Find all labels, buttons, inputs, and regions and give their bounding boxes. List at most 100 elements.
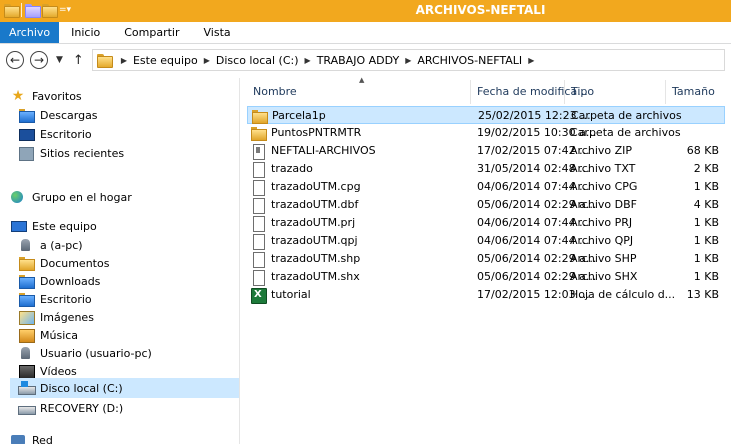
nav-usuario[interactable]: Usuario (usuario-pc) <box>18 343 152 363</box>
nav-descargas[interactable]: Descargas <box>18 105 98 125</box>
file-name: NEFTALI-ARCHIVOS <box>271 144 376 157</box>
chevron-right-icon[interactable]: ▶ <box>305 56 311 65</box>
nav-label: Música <box>40 328 79 342</box>
file-row[interactable]: NEFTALI-ARCHIVOS 17/02/2015 07:42 ... Ar… <box>247 142 725 160</box>
nav-escritorio-equipo[interactable]: Escritorio <box>18 289 92 309</box>
breadcrumb-disco-local[interactable]: Disco local (C:) <box>216 54 299 67</box>
nav-recovery-d[interactable]: RECOVERY (D:) <box>18 398 123 418</box>
nav-red[interactable]: Red <box>10 430 53 444</box>
back-button[interactable]: ← <box>6 51 24 69</box>
document-icon <box>251 252 265 268</box>
file-size: 1 KB <box>693 252 719 265</box>
nav-este-equipo[interactable]: Este equipo <box>10 216 97 236</box>
file-type: Archivo CPG <box>570 180 638 193</box>
file-type: Archivo QPJ <box>570 234 634 247</box>
column-header-date[interactable]: Fecha de modifica... <box>471 80 588 104</box>
file-row[interactable]: tutorial 17/02/2015 12:03 ... Hoja de cá… <box>247 286 725 304</box>
user-icon <box>18 346 34 360</box>
file-type: Archivo DBF <box>570 198 637 211</box>
file-type: Hoja de cálculo d... <box>570 288 676 301</box>
folder-icon <box>251 126 267 141</box>
nav-label: Grupo en el hogar <box>32 190 132 204</box>
forward-arrow-icon: → <box>33 53 45 67</box>
file-size: 1 KB <box>693 216 719 229</box>
file-size: 2 KB <box>693 162 719 175</box>
breadcrumb-trabajo-addy[interactable]: TRABAJO ADDY <box>317 54 400 67</box>
address-bar[interactable]: ▶ Este equipo ▶ Disco local (C:) ▶ TRABA… <box>91 49 725 71</box>
spreadsheet-icon <box>251 288 267 304</box>
folder-icon <box>96 54 113 68</box>
file-size: 68 KB <box>686 144 719 157</box>
file-type: Archivo TXT <box>570 162 636 175</box>
chevron-right-icon[interactable]: ▶ <box>528 56 534 65</box>
file-type: Carpeta de archivos <box>570 126 681 139</box>
column-headers: ▲ Nombre Fecha de modifica... Tipo Tamañ… <box>241 76 731 104</box>
nav-escritorio[interactable]: Escritorio <box>18 124 92 144</box>
homegroup-icon <box>10 190 26 204</box>
window-title: ARCHIVOS-NEFTALI <box>415 3 546 17</box>
forward-button[interactable]: → <box>30 51 48 69</box>
file-row[interactable]: Parcela1p 25/02/2015 12:23 ... Carpeta d… <box>247 106 725 124</box>
music-icon <box>18 328 35 343</box>
file-row[interactable]: PuntosPNTRMTR 19/02/2015 10:30 a... Carp… <box>247 124 725 142</box>
file-row[interactable]: trazadoUTM.shx 05/06/2014 02:29 a... Arc… <box>247 268 725 286</box>
user-icon <box>18 238 34 252</box>
nav-label: Escritorio <box>40 127 92 141</box>
title-bar: =▾ ARCHIVOS-NEFTALI <box>0 0 731 22</box>
tab-inicio[interactable]: Inicio <box>59 22 112 43</box>
file-row[interactable]: trazadoUTM.dbf 05/06/2014 02:29 a... Arc… <box>247 196 725 214</box>
chevron-right-icon[interactable]: ▶ <box>405 56 411 65</box>
nav-sitios-recientes[interactable]: Sitios recientes <box>18 143 124 163</box>
file-name: tutorial <box>271 288 311 301</box>
nav-disco-local-c[interactable]: Disco local (C:) <box>10 378 239 398</box>
tab-archivo[interactable]: Archivo <box>0 22 60 43</box>
nav-label: Este equipo <box>32 219 97 233</box>
nav-imagenes[interactable]: Imágenes <box>18 307 94 327</box>
chevron-right-icon[interactable]: ▶ <box>204 56 210 65</box>
file-name: Parcela1p <box>272 109 326 122</box>
videos-icon <box>18 364 35 379</box>
nav-label: Downloads <box>40 274 101 288</box>
tab-vista[interactable]: Vista <box>192 22 243 43</box>
document-icon <box>251 270 265 286</box>
nav-label: RECOVERY (D:) <box>40 401 124 415</box>
breadcrumb-archivos-neftali[interactable]: ARCHIVOS-NEFTALI <box>417 54 522 67</box>
document-icon <box>251 198 265 214</box>
navigation-pane: ★ Favoritos Descargas Escritorio Sitios … <box>0 78 240 444</box>
nav-favoritos[interactable]: ★ Favoritos <box>10 86 82 106</box>
up-folder-button[interactable]: ↑ <box>73 53 84 68</box>
column-header-name[interactable]: Nombre <box>247 80 471 104</box>
file-row[interactable]: trazadoUTM.qpj 04/06/2014 07:44 ... Arch… <box>247 232 725 250</box>
nav-musica[interactable]: Música <box>18 325 78 345</box>
nav-label: Imágenes <box>40 310 94 324</box>
desktop-icon <box>18 292 35 307</box>
column-header-size[interactable]: Tamaño <box>666 80 731 104</box>
column-header-type[interactable]: Tipo <box>565 80 666 104</box>
navigation-bar: ← → ▼ ↑ ▶ Este equipo ▶ Disco local (C:)… <box>0 45 731 75</box>
nav-label: Vídeos <box>40 364 77 378</box>
document-icon <box>251 162 265 178</box>
breadcrumb-este-equipo[interactable]: Este equipo <box>133 54 198 67</box>
nav-grupo-hogar[interactable]: Grupo en el hogar <box>10 187 132 207</box>
file-type: Carpeta de archivos <box>571 109 682 122</box>
file-row[interactable]: trazadoUTM.shp 05/06/2014 02:29 a... Arc… <box>247 250 725 268</box>
nav-downloads[interactable]: Downloads <box>18 271 100 291</box>
document-icon <box>251 180 265 196</box>
nav-label: Disco local (C:) <box>40 381 123 395</box>
file-type: Archivo SHX <box>570 270 638 283</box>
chevron-right-icon[interactable]: ▶ <box>121 56 127 65</box>
file-name: trazadoUTM.prj <box>271 216 356 229</box>
file-row[interactable]: trazado 31/05/2014 02:48 ... Archivo TXT… <box>247 160 725 178</box>
nav-label: Escritorio <box>40 292 92 306</box>
nav-label: Sitios recientes <box>40 146 125 160</box>
nav-label: Usuario (usuario-pc) <box>40 346 152 360</box>
file-row[interactable]: trazadoUTM.prj 04/06/2014 07:44 ... Arch… <box>247 214 725 232</box>
recent-locations-dropdown-icon[interactable]: ▼ <box>56 55 63 65</box>
file-name: trazado <box>271 162 313 175</box>
nav-label: Descargas <box>40 108 98 122</box>
nav-label: a (a-pc) <box>40 238 83 252</box>
nav-documentos[interactable]: Documentos <box>18 253 109 273</box>
file-row[interactable]: trazadoUTM.cpg 04/06/2014 07:44 ... Arch… <box>247 178 725 196</box>
tab-compartir[interactable]: Compartir <box>112 22 191 43</box>
nav-a-pc[interactable]: a (a-pc) <box>18 235 83 255</box>
